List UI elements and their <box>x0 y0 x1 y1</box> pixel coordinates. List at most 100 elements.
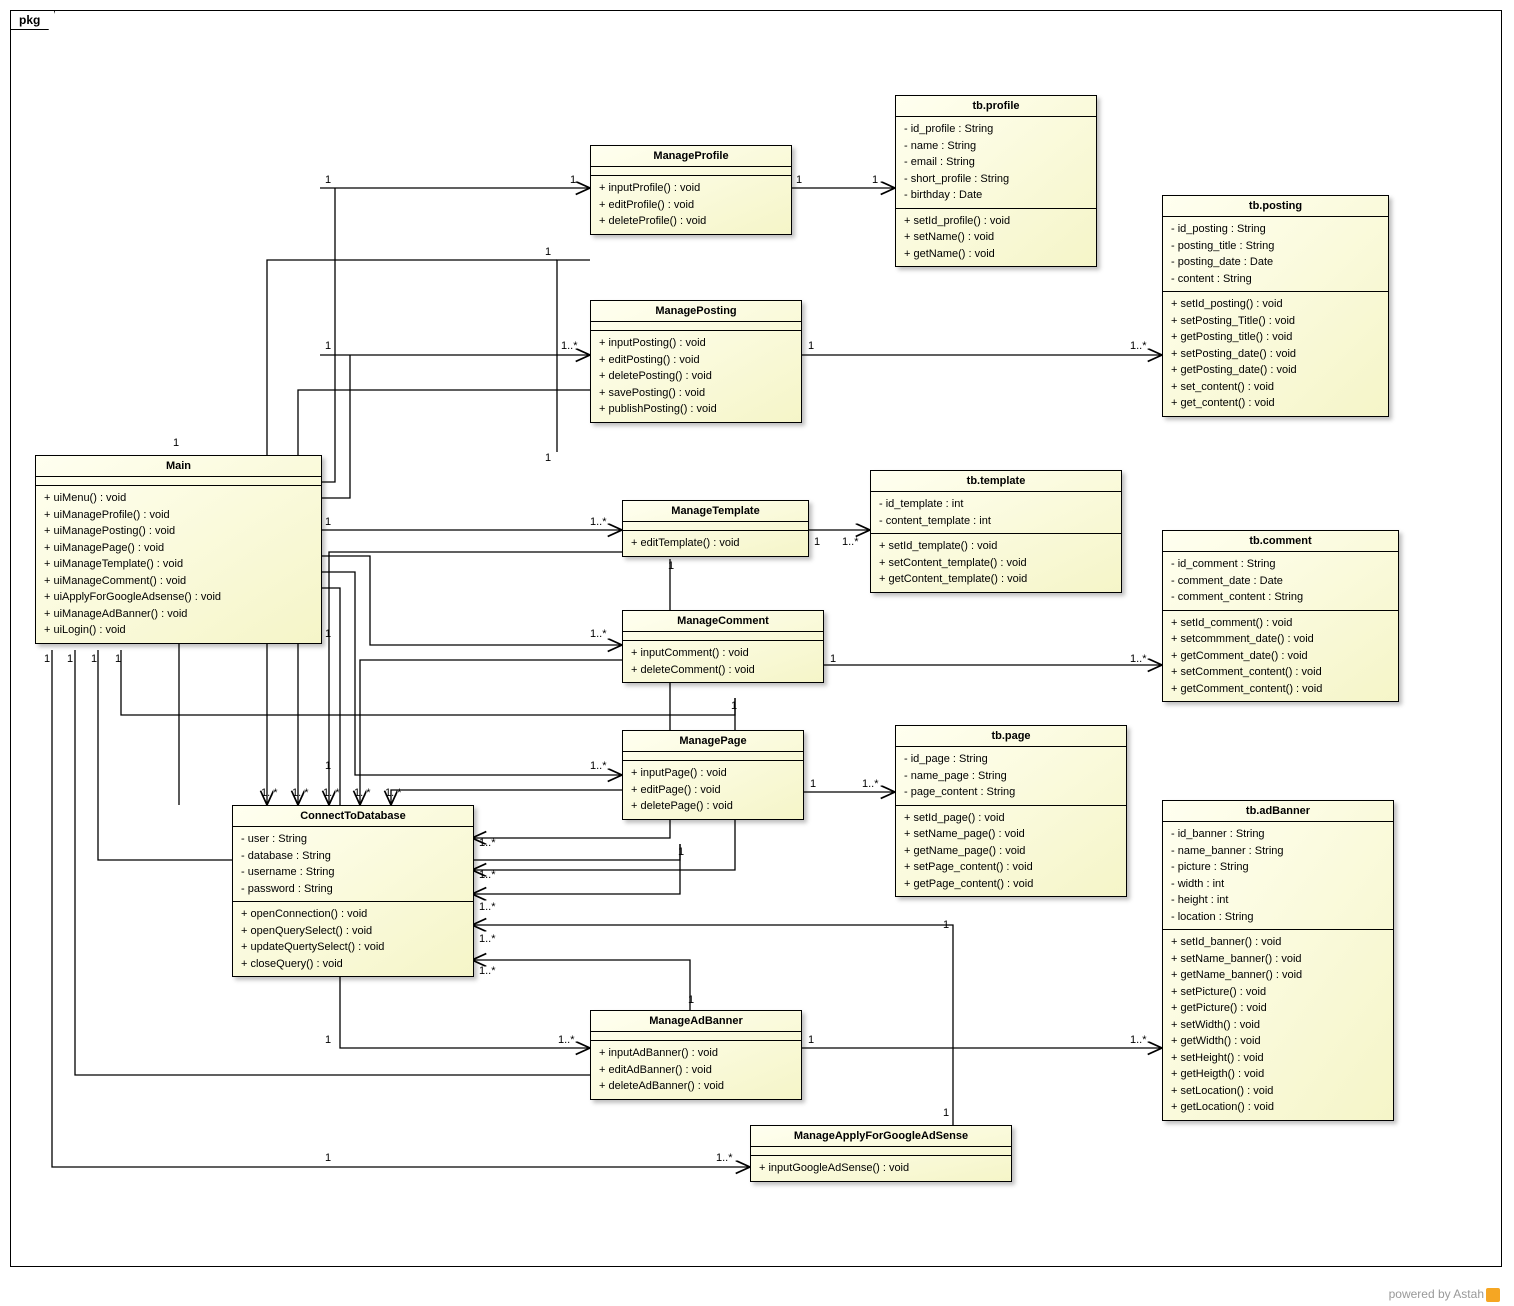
operation-row: + getWidth() : void <box>1171 1033 1385 1050</box>
operation-row: + publishPosting() : void <box>599 401 793 418</box>
multiplicity-label: 1..* <box>558 1034 575 1046</box>
multiplicity-label: 1..* <box>323 787 340 799</box>
uml-class-ManagePosting: ManagePosting+ inputPosting() : void+ ed… <box>590 300 802 423</box>
diagram-canvas: pkg Main+ uiMenu() : void+ uiManageProfi… <box>0 0 1514 1306</box>
multiplicity-label: 1 <box>808 1034 814 1046</box>
class-operations: + setId_template() : void+ setContent_te… <box>871 534 1121 592</box>
attribute-row: - name : String <box>904 138 1088 155</box>
multiplicity-label: 1..* <box>479 933 496 945</box>
operation-row: + setName_page() : void <box>904 826 1118 843</box>
uml-class-ConnectToDatabase: ConnectToDatabase- user : String- databa… <box>232 805 474 977</box>
class-operations: + inputComment() : void+ deleteComment()… <box>623 641 823 682</box>
operation-row: + updateQuertySelect() : void <box>241 939 465 956</box>
multiplicity-label: 1 <box>545 246 551 258</box>
class-title: ManageComment <box>623 611 823 632</box>
multiplicity-label: 1 <box>731 700 737 712</box>
attribute-row: - height : int <box>1171 892 1385 909</box>
attribute-row: - posting_date : Date <box>1171 254 1380 271</box>
operation-row: + closeQuery() : void <box>241 956 465 973</box>
operation-row: + setId_page() : void <box>904 810 1118 827</box>
operation-row: + deletePage() : void <box>631 798 795 815</box>
multiplicity-label: 1 <box>814 536 820 548</box>
attribute-row: - posting_title : String <box>1171 238 1380 255</box>
multiplicity-label: 1..* <box>385 787 402 799</box>
attribute-row: - id_profile : String <box>904 121 1088 138</box>
operation-row: + uiManageProfile() : void <box>44 507 313 524</box>
attribute-row: - name_banner : String <box>1171 843 1385 860</box>
operation-row: + uiManageAdBanner() : void <box>44 606 313 623</box>
multiplicity-label: 1..* <box>354 787 371 799</box>
multiplicity-label: 1..* <box>479 869 496 881</box>
class-attributes: - id_page : String- name_page : String- … <box>896 747 1126 806</box>
class-title: tb.comment <box>1163 531 1398 552</box>
multiplicity-label: 1..* <box>862 778 879 790</box>
operation-row: + getComment_date() : void <box>1171 648 1390 665</box>
class-attributes: - id_comment : String- comment_date : Da… <box>1163 552 1398 611</box>
class-title: ConnectToDatabase <box>233 806 473 827</box>
multiplicity-label: 1 <box>325 1034 331 1046</box>
attribute-row: - database : String <box>241 848 465 865</box>
operation-row: + uiManageComment() : void <box>44 573 313 590</box>
operation-row: + setId_banner() : void <box>1171 934 1385 951</box>
operation-row: + uiManagePage() : void <box>44 540 313 557</box>
attribute-row: - password : String <box>241 881 465 898</box>
multiplicity-label: 1 <box>325 174 331 186</box>
operation-row: + getLocation() : void <box>1171 1099 1385 1116</box>
multiplicity-label: 1..* <box>1130 1034 1147 1046</box>
attribute-row: - username : String <box>241 864 465 881</box>
uml-class-ManageComment: ManageComment + inputComment() : void+ de… <box>622 610 824 683</box>
uml-class-tb_adBanner: tb.adBanner- id_banner : String- name_ba… <box>1162 800 1394 1121</box>
class-attributes: - id_template : int- content_template : … <box>871 492 1121 534</box>
operation-row: + inputPosting() : void <box>599 335 793 352</box>
operation-row: + setPicture() : void <box>1171 984 1385 1001</box>
multiplicity-label: 1 <box>943 1107 949 1119</box>
multiplicity-label: 1..* <box>590 760 607 772</box>
attribute-row: - picture : String <box>1171 859 1385 876</box>
class-title: ManageProfile <box>591 146 791 167</box>
operation-row: + editAdBanner() : void <box>599 1062 793 1079</box>
multiplicity-label: 1..* <box>590 628 607 640</box>
class-attributes <box>591 167 791 176</box>
operation-row: + setContent_template() : void <box>879 555 1113 572</box>
operation-row: + deleteComment() : void <box>631 662 815 679</box>
multiplicity-label: 1..* <box>1130 653 1147 665</box>
uml-class-ManageAdBanner: ManageAdBanner + inputAdBanner() : void+ … <box>590 1010 802 1100</box>
multiplicity-label: 1 <box>91 653 97 665</box>
class-operations: + inputAdBanner() : void+ editAdBanner()… <box>591 1041 801 1099</box>
operation-row: + getName_banner() : void <box>1171 967 1385 984</box>
operation-row: + set_content() : void <box>1171 379 1380 396</box>
class-attributes: - user : String- database : String- user… <box>233 827 473 902</box>
class-title: ManageAdBanner <box>591 1011 801 1032</box>
operation-row: + getPage_content() : void <box>904 876 1118 893</box>
multiplicity-label: 1..* <box>479 837 496 849</box>
multiplicity-label: 1 <box>570 174 576 186</box>
multiplicity-label: 1..* <box>590 516 607 528</box>
multiplicity-label: 1 <box>115 653 121 665</box>
operation-row: + inputComment() : void <box>631 645 815 662</box>
attribute-row: - short_profile : String <box>904 171 1088 188</box>
operation-row: + editProfile() : void <box>599 197 783 214</box>
attribute-row: - page_content : String <box>904 784 1118 801</box>
multiplicity-label: 1 <box>796 174 802 186</box>
operation-row: + editTemplate() : void <box>631 535 800 552</box>
operation-row: + setId_comment() : void <box>1171 615 1390 632</box>
multiplicity-label: 1 <box>173 437 179 449</box>
operation-row: + savePosting() : void <box>599 385 793 402</box>
class-operations: + setId_comment() : void+ setcommment_da… <box>1163 611 1398 702</box>
operation-row: + uiLogin() : void <box>44 622 313 639</box>
attribute-row: - id_comment : String <box>1171 556 1390 573</box>
uml-class-tb_comment: tb.comment- id_comment : String- comment… <box>1162 530 1399 702</box>
class-attributes <box>591 322 801 331</box>
multiplicity-label: 1 <box>830 653 836 665</box>
multiplicity-label: 1 <box>810 778 816 790</box>
uml-class-ManagePage: ManagePage+ inputPage() : void+ editPage… <box>622 730 804 820</box>
multiplicity-label: 1 <box>872 174 878 186</box>
class-attributes <box>36 477 321 486</box>
attribute-row: - content : String <box>1171 271 1380 288</box>
multiplicity-label: 1 <box>325 760 331 772</box>
class-operations: + inputPage() : void+ editPage() : void+… <box>623 761 803 819</box>
attribute-row: - width : int <box>1171 876 1385 893</box>
class-title: tb.adBanner <box>1163 801 1393 822</box>
attribute-row: - id_banner : String <box>1171 826 1385 843</box>
class-attributes: - id_banner : String- name_banner : Stri… <box>1163 822 1393 930</box>
